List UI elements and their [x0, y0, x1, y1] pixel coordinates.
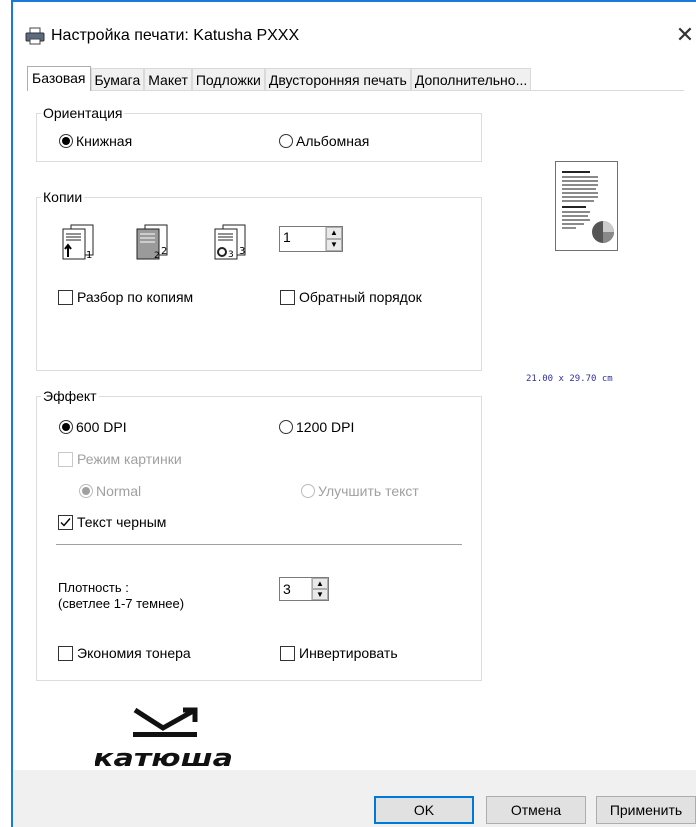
ok-button[interactable]: OK — [374, 796, 474, 824]
tab-layout[interactable]: Макет — [144, 68, 192, 90]
checkbox-box — [280, 289, 295, 305]
normal-radio[interactable]: Normal — [79, 483, 141, 499]
close-button[interactable]: ✕ — [673, 21, 696, 49]
invert-label: Инвертировать — [299, 645, 398, 661]
black-text-checkbox[interactable]: Текст черным — [58, 514, 166, 530]
copies-spinbox[interactable]: 1 ▲ ▼ — [279, 226, 343, 252]
effect-divider — [56, 544, 462, 545]
spin-up-button[interactable]: ▲ — [312, 578, 328, 589]
tab-advanced[interactable]: Дополнительно... — [410, 68, 532, 90]
cancel-button[interactable]: Отмена — [486, 796, 586, 824]
spin-down-button[interactable]: ▼ — [312, 589, 328, 600]
density-value[interactable]: 3 — [280, 578, 311, 600]
dpi600-label: 600 DPI — [76, 419, 127, 435]
print-settings-dialog: Настройка печати: Katusha PXXX ✕ Базовая… — [0, 0, 696, 827]
svg-text:3: 3 — [228, 250, 234, 260]
window-border-left — [11, 0, 13, 827]
copies-group-title: Копии — [41, 189, 85, 205]
picture-mode-label: Режим картинки — [77, 451, 182, 467]
image-copies-icon: 3 3 — [214, 224, 246, 260]
svg-text:2: 2 — [161, 246, 167, 257]
collate-label: Разбор по копиям — [77, 289, 194, 305]
copies-value[interactable]: 1 — [280, 227, 325, 251]
landscape-label: Альбомная — [296, 133, 370, 149]
collate-checkbox[interactable]: Разбор по копиям — [58, 289, 193, 305]
improve-text-label: Улучшить текст — [318, 483, 419, 499]
normal-label: Normal — [96, 483, 142, 499]
tab-duplex[interactable]: Двусторонняя печать — [264, 68, 411, 90]
picture-mode-checkbox[interactable]: Режим картинки — [58, 451, 182, 467]
svg-text:3: 3 — [239, 246, 245, 257]
radio-circle — [279, 134, 293, 148]
checkbox-box — [58, 514, 73, 530]
uncollated-copies-icon: 2 2 — [136, 224, 168, 261]
copies-group: Копии — [36, 189, 482, 371]
dpi1200-label: 1200 DPI — [296, 419, 355, 435]
density-spinbox[interactable]: 3 ▲ ▼ — [279, 577, 329, 601]
title-bar: Настройка печати: Katusha PXXX ✕ — [13, 2, 696, 64]
checkbox-box — [58, 645, 73, 661]
checkbox-box — [58, 289, 73, 305]
tab-bar: Базовая Бумага Макет Подложки Двусторонн… — [27, 66, 532, 91]
invert-checkbox[interactable]: Инвертировать — [280, 645, 398, 661]
effect-group-title: Эффект — [41, 388, 99, 404]
radio-circle — [59, 420, 73, 434]
reverse-order-checkbox[interactable]: Обратный порядок — [280, 289, 422, 305]
tab-basic[interactable]: Базовая — [27, 66, 91, 91]
svg-text:1: 1 — [86, 250, 92, 261]
checkbox-box — [280, 645, 295, 661]
collated-copies-icon: 1 — [62, 224, 94, 261]
dialog-button-bar — [13, 770, 696, 827]
radio-circle — [59, 134, 73, 148]
svg-text:2: 2 — [154, 251, 160, 261]
svg-text:катюша: катюша — [95, 744, 233, 772]
improve-text-radio[interactable]: Улучшить текст — [301, 483, 419, 499]
spin-up-button[interactable]: ▲ — [326, 227, 342, 239]
spin-down-button[interactable]: ▼ — [326, 239, 342, 251]
tab-watermarks[interactable]: Подложки — [191, 68, 265, 90]
density-label-line1: Плотность : — [58, 580, 129, 595]
portrait-radio[interactable]: Книжная — [59, 133, 132, 149]
toner-save-checkbox[interactable]: Экономия тонера — [58, 645, 191, 661]
katusha-logo: катюша — [95, 707, 233, 772]
toner-save-label: Экономия тонера — [77, 645, 191, 661]
page-preview — [555, 161, 618, 251]
radio-circle — [79, 484, 93, 498]
copies-spin-buttons: ▲ ▼ — [325, 227, 342, 251]
landscape-radio[interactable]: Альбомная — [279, 133, 369, 149]
paper-size-label: 21.00 x 29.70 cm — [526, 374, 613, 384]
apply-button[interactable]: Применить — [596, 796, 696, 824]
page-preview-graphic — [562, 171, 614, 243]
portrait-label: Книжная — [76, 133, 133, 149]
radio-circle — [279, 420, 293, 434]
black-text-label: Текст черным — [77, 514, 167, 530]
checkmark-icon — [60, 517, 71, 527]
effect-group: Эффект — [36, 388, 482, 681]
window-title: Настройка печати: Katusha PXXX — [51, 27, 300, 44]
dpi600-radio[interactable]: 600 DPI — [59, 419, 127, 435]
density-label-line2: (светлее 1-7 темнее) — [58, 596, 185, 611]
reverse-order-label: Обратный порядок — [299, 289, 422, 305]
density-spin-buttons: ▲ ▼ — [311, 578, 328, 600]
orientation-group-title: Ориентация — [41, 105, 125, 121]
printer-icon — [25, 27, 45, 45]
tab-paper[interactable]: Бумага — [90, 68, 145, 90]
checkbox-box — [58, 451, 73, 467]
dpi1200-radio[interactable]: 1200 DPI — [279, 419, 354, 435]
radio-circle — [301, 484, 315, 498]
